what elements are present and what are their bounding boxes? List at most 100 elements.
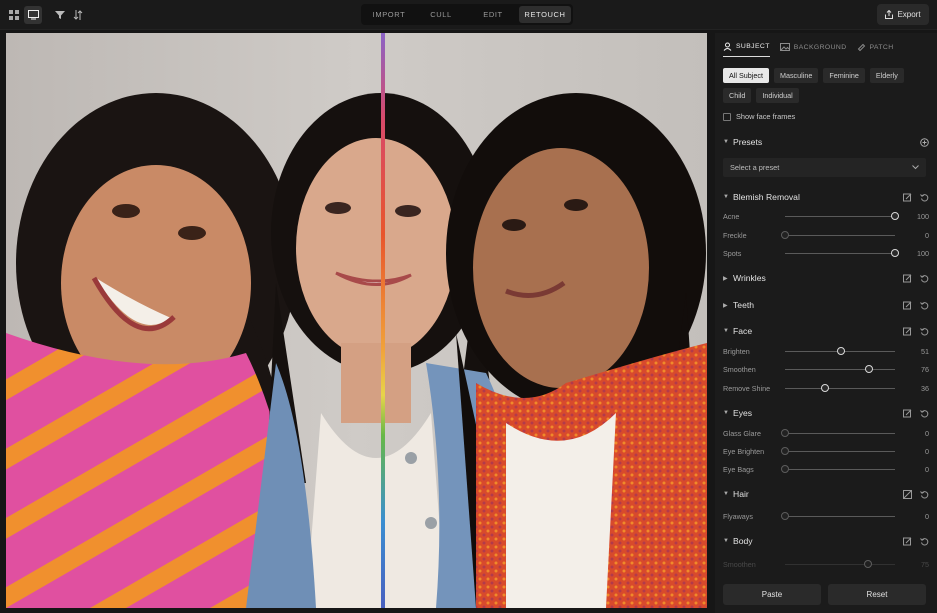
export-button[interactable]: Export bbox=[877, 4, 929, 25]
slider-knob[interactable] bbox=[781, 231, 789, 239]
user-icon bbox=[723, 42, 732, 51]
image-icon bbox=[779, 43, 790, 51]
slider-label: Acne bbox=[723, 211, 740, 221]
section-teeth[interactable]: ▶ Teeth bbox=[723, 297, 929, 313]
mask-icon[interactable] bbox=[903, 489, 912, 499]
sort-icon[interactable] bbox=[69, 6, 87, 24]
slider-label: Flyaways bbox=[723, 511, 753, 521]
edit-icon[interactable] bbox=[903, 193, 912, 202]
reset-icon[interactable] bbox=[920, 409, 929, 418]
eye-bags-slider[interactable] bbox=[781, 465, 895, 473]
slider-row-brighten: Brighten 51 bbox=[723, 345, 929, 357]
slider-row-spots: Spots 100 bbox=[723, 247, 929, 259]
single-view-icon[interactable] bbox=[24, 6, 42, 24]
slider-value: 0 bbox=[925, 230, 929, 240]
reset-icon[interactable] bbox=[920, 193, 929, 202]
show-face-frames-row[interactable]: Show face frames bbox=[723, 112, 795, 121]
chevron-down-icon: ▼ bbox=[723, 328, 729, 334]
glass-glare-slider[interactable] bbox=[781, 429, 895, 437]
chip-elderly[interactable]: Elderly bbox=[869, 68, 904, 83]
chevron-down-icon: ▼ bbox=[723, 538, 729, 544]
slider-value: 76 bbox=[921, 364, 929, 374]
slider-knob[interactable] bbox=[891, 212, 899, 220]
edit-icon[interactable] bbox=[903, 409, 912, 418]
show-face-frames-checkbox[interactable] bbox=[723, 112, 731, 121]
tab-subject[interactable]: SUBJECT bbox=[723, 37, 770, 57]
panel-tabs: SUBJECT BACKGROUND PATCH bbox=[723, 37, 929, 57]
tab-patch[interactable]: PATCH bbox=[857, 37, 894, 57]
tab-cull[interactable]: CULL bbox=[415, 6, 467, 23]
slider-knob[interactable] bbox=[820, 384, 829, 392]
slider-value: 51 bbox=[921, 346, 929, 356]
chevron-down-icon bbox=[912, 165, 919, 170]
brighten-slider[interactable] bbox=[785, 347, 895, 355]
chip-masculine[interactable]: Masculine bbox=[773, 68, 819, 83]
paste-button[interactable]: Paste bbox=[723, 584, 821, 605]
slider-label: Freckle bbox=[723, 230, 747, 240]
slider-row-eye-bags: Eye Bags 0 bbox=[723, 463, 929, 475]
slider-knob[interactable] bbox=[837, 347, 846, 355]
chip-all-subject[interactable]: All Subject bbox=[723, 68, 769, 83]
slider-knob[interactable] bbox=[891, 249, 899, 257]
body-smoothen-slider[interactable] bbox=[785, 560, 895, 568]
grid-view-icon[interactable] bbox=[5, 6, 23, 24]
hair-title: Hair bbox=[733, 489, 749, 499]
slider-label: Eye Bags bbox=[723, 464, 754, 474]
acne-slider[interactable] bbox=[785, 212, 899, 220]
edit-icon[interactable] bbox=[903, 537, 912, 546]
chevron-down-icon: ▼ bbox=[723, 139, 729, 145]
edit-icon[interactable] bbox=[903, 274, 912, 283]
body-title: Body bbox=[733, 536, 753, 546]
chevron-down-icon: ▼ bbox=[723, 194, 729, 200]
presets-title: Presets bbox=[733, 137, 763, 147]
tab-background[interactable]: BACKGROUND bbox=[779, 37, 847, 57]
slider-row-remove-shine: Remove Shine 36 bbox=[723, 382, 929, 394]
section-wrinkles[interactable]: ▶ Wrinkles bbox=[723, 270, 929, 286]
flyaways-slider[interactable] bbox=[781, 512, 895, 520]
spots-slider[interactable] bbox=[785, 249, 899, 257]
chevron-right-icon: ▶ bbox=[723, 302, 728, 309]
section-blemish-removal[interactable]: ▼ Blemish Removal bbox=[723, 189, 929, 205]
tab-import[interactable]: IMPORT bbox=[363, 6, 415, 23]
reset-icon[interactable] bbox=[920, 274, 929, 283]
tab-retouch[interactable]: RETOUCH bbox=[519, 6, 571, 23]
slider-knob[interactable] bbox=[781, 465, 789, 473]
eye-brighten-slider[interactable] bbox=[781, 447, 895, 455]
slider-knob[interactable] bbox=[781, 447, 789, 455]
slider-knob[interactable] bbox=[781, 512, 789, 520]
section-presets[interactable]: ▼ Presets bbox=[723, 134, 929, 150]
freckle-slider[interactable] bbox=[781, 231, 895, 239]
tab-patch-label: PATCH bbox=[869, 43, 894, 51]
photo-canvas[interactable] bbox=[6, 33, 707, 608]
edit-icon[interactable] bbox=[903, 327, 912, 336]
slider-row-smoothen: Smoothen 76 bbox=[723, 363, 929, 375]
tab-edit[interactable]: EDIT bbox=[467, 6, 519, 23]
chip-feminine[interactable]: Feminine bbox=[823, 68, 865, 83]
before-after-divider[interactable] bbox=[381, 33, 385, 608]
chip-individual[interactable]: Individual bbox=[756, 88, 799, 103]
smoothen-slider[interactable] bbox=[785, 365, 895, 373]
slider-knob[interactable] bbox=[781, 429, 789, 437]
preset-select[interactable]: Select a preset bbox=[723, 158, 926, 177]
reset-icon[interactable] bbox=[920, 490, 929, 499]
section-hair[interactable]: ▼ Hair bbox=[723, 486, 929, 502]
edit-icon[interactable] bbox=[903, 301, 912, 310]
add-circle-icon[interactable] bbox=[920, 137, 929, 147]
slider-row-acne: Acne 100 bbox=[723, 210, 929, 222]
filter-icon[interactable] bbox=[51, 6, 69, 24]
section-body[interactable]: ▼ Body bbox=[723, 533, 929, 549]
reset-icon[interactable] bbox=[920, 301, 929, 310]
bandage-icon bbox=[857, 43, 865, 51]
slider-value: 100 bbox=[917, 248, 929, 258]
slider-knob[interactable] bbox=[863, 560, 872, 568]
section-face[interactable]: ▼ Face bbox=[723, 323, 929, 339]
slider-label: Smoothen bbox=[723, 364, 756, 374]
chip-child[interactable]: Child bbox=[723, 88, 752, 103]
reset-icon[interactable] bbox=[920, 537, 929, 546]
remove-shine-slider[interactable] bbox=[785, 384, 895, 392]
section-eyes[interactable]: ▼ Eyes bbox=[723, 405, 929, 421]
reset-button[interactable]: Reset bbox=[828, 584, 926, 605]
reset-icon[interactable] bbox=[920, 327, 929, 336]
slider-label: Eye Brighten bbox=[723, 446, 765, 456]
slider-knob[interactable] bbox=[864, 365, 873, 373]
